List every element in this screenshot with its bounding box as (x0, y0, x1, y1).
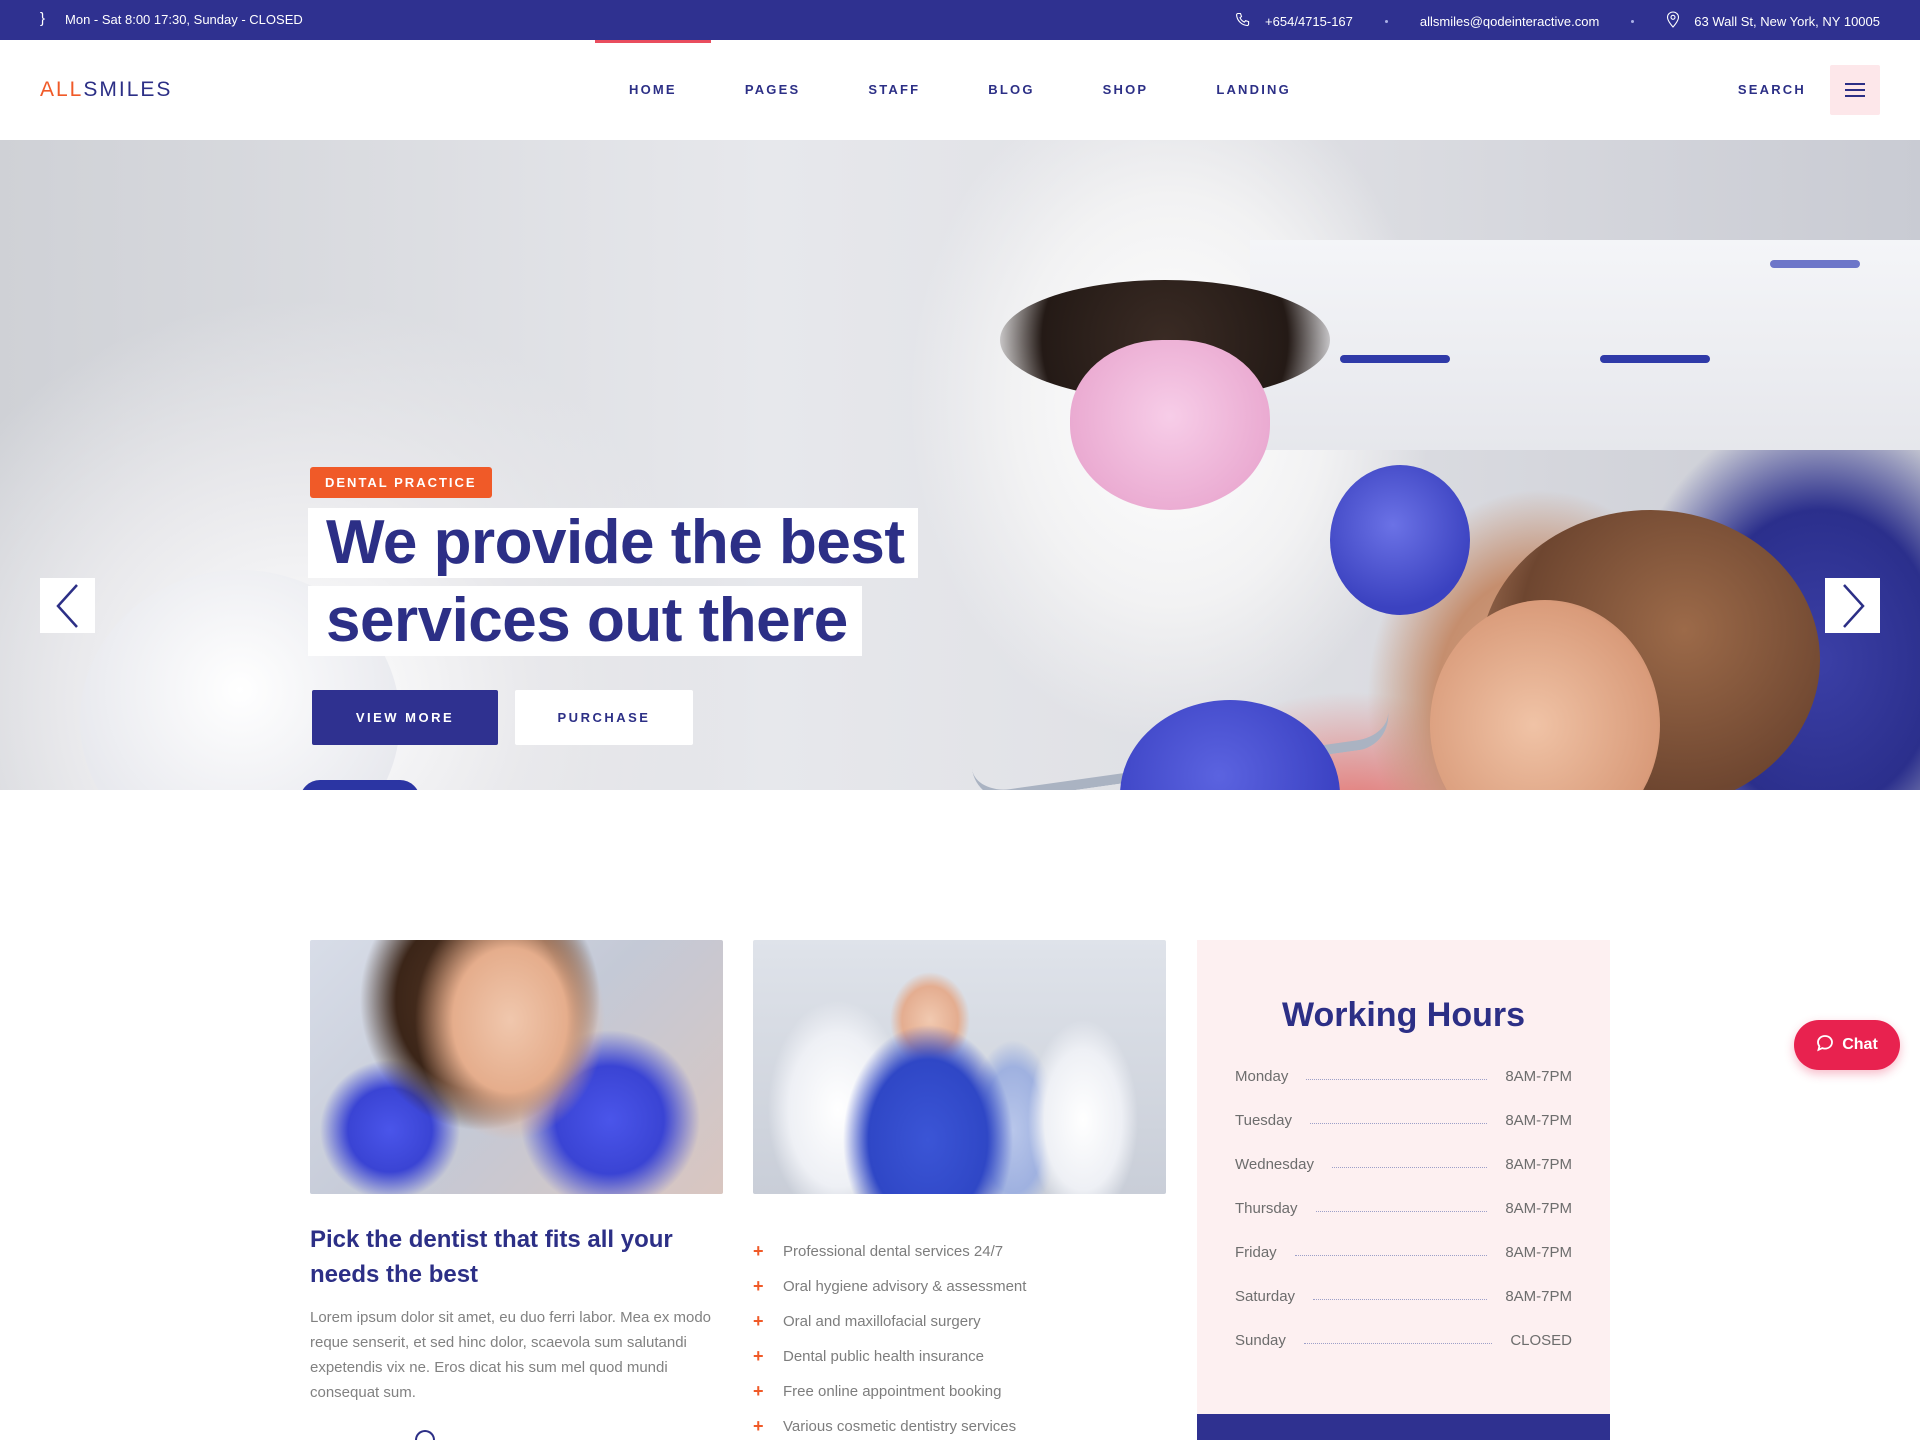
nav-landing[interactable]: LANDING (1182, 40, 1325, 140)
location-pin-icon (1666, 11, 1680, 31)
chat-label: Chat (1842, 1036, 1878, 1053)
phone-icon (1235, 12, 1251, 31)
plus-icon: + (753, 1381, 764, 1401)
hero-background-cabinet (1250, 240, 1920, 450)
hours-row: Tuesday 8AM-7PM (1235, 1111, 1572, 1129)
hero-slider: DENTAL PRACTICE We provide the best serv… (0, 140, 1920, 790)
hero-background-glove (1330, 465, 1470, 615)
hours-row: Wednesday 8AM-7PM (1235, 1155, 1572, 1173)
opening-hours-text: Mon - Sat 8:00 17:30, Sunday - CLOSED (65, 12, 303, 27)
plus-icon: + (753, 1241, 764, 1261)
list-item: + Professional dental services 24/7 (753, 1241, 1004, 1261)
top-info-bar: } Mon - Sat 8:00 17:30, Sunday - CLOSED … (0, 0, 1920, 40)
chat-bubble-icon (1816, 1034, 1834, 1057)
hours-row: Thursday 8AM-7PM (1235, 1199, 1572, 1217)
address-info[interactable]: 63 Wall St, New York, NY 10005 (1666, 11, 1880, 31)
chevron-left-icon[interactable] (40, 578, 95, 633)
search-button[interactable]: SEARCH (1738, 82, 1806, 97)
hero-title: We provide the best services out there (308, 508, 919, 656)
main-nav: HOME PAGES STAFF BLOG SHOP LANDING (595, 40, 1325, 140)
hours-row: Saturday 8AM-7PM (1235, 1287, 1572, 1305)
phone-info[interactable]: +654/4715-167 (1235, 12, 1353, 31)
purchase-button[interactable]: PURCHASE (515, 690, 693, 745)
hero-title-line2: services out there (308, 586, 862, 656)
hero-badge: DENTAL PRACTICE (310, 467, 492, 498)
separator-dot (1631, 19, 1635, 23)
logo-part-smiles: SMILES (83, 78, 173, 101)
card-partial-icon (415, 1430, 435, 1440)
chat-button[interactable]: Chat (1794, 1020, 1900, 1070)
hours-row: Friday 8AM-7PM (1235, 1243, 1572, 1261)
dental-team-image (753, 940, 1166, 1194)
nav-pages[interactable]: PAGES (711, 40, 835, 140)
plus-icon: + (753, 1416, 764, 1436)
card-title: Pick the dentist that fits all your need… (310, 1226, 673, 1288)
site-logo[interactable]: ALLSMILES (40, 78, 172, 102)
nav-blog[interactable]: BLOG (954, 40, 1068, 140)
plus-icon: + (753, 1276, 764, 1296)
view-more-button[interactable]: VIEW MORE (312, 690, 498, 745)
plus-icon: + (753, 1311, 764, 1331)
working-hours-title: Working Hours (1281, 996, 1526, 1034)
plus-icon: + (753, 1346, 764, 1366)
list-item: + Various cosmetic dentistry services (753, 1416, 1017, 1436)
hero-background-mask (1070, 340, 1270, 510)
list-item: + Oral and maxillofacial surgery (753, 1311, 981, 1331)
hero-title-line1: We provide the best (308, 508, 919, 578)
dentist-patient-image (310, 940, 723, 1194)
email-address[interactable]: allsmiles@qodeinteractive.com (1420, 14, 1599, 29)
chevron-right-icon[interactable] (1825, 578, 1880, 633)
hours-row: Sunday CLOSED (1235, 1331, 1572, 1349)
logo-part-all: ALL (40, 78, 84, 101)
email-info[interactable]: allsmiles@qodeinteractive.com (1420, 14, 1599, 29)
opening-hours: } Mon - Sat 8:00 17:30, Sunday - CLOSED (40, 10, 303, 27)
working-hours-panel: Working Hours Monday 8AM-7PM Tuesday 8AM-7… (1197, 940, 1610, 1440)
list-item: + Oral hygiene advisory & assessment (753, 1276, 1027, 1296)
address-text[interactable]: 63 Wall St, New York, NY 10005 (1694, 14, 1880, 29)
hours-row: Monday 8AM-7PM (1235, 1067, 1572, 1085)
phone-number[interactable]: +654/4715-167 (1265, 14, 1353, 29)
services-list: + Professional dental services 24/7 + Oral… (753, 1234, 1026, 1444)
main-header: ALLSMILES HOME PAGES STAFF BLOG SHOP LAN… (0, 40, 1920, 140)
list-item: + Dental public health insurance (753, 1346, 984, 1366)
working-hours-footer-bar (1197, 1414, 1610, 1440)
nav-staff[interactable]: STAFF (834, 40, 954, 140)
clock-icon: } (40, 10, 46, 27)
hamburger-menu-icon[interactable] (1830, 65, 1880, 115)
nav-shop[interactable]: SHOP (1069, 40, 1183, 140)
list-item: + Free online appointment booking (753, 1381, 1002, 1401)
nav-home[interactable]: HOME (595, 40, 711, 140)
card-description: Lorem ipsum dolor sit amet, eu duo ferri… (310, 1309, 712, 1401)
separator-dot (1384, 19, 1388, 23)
hero-background-chair (300, 780, 420, 790)
